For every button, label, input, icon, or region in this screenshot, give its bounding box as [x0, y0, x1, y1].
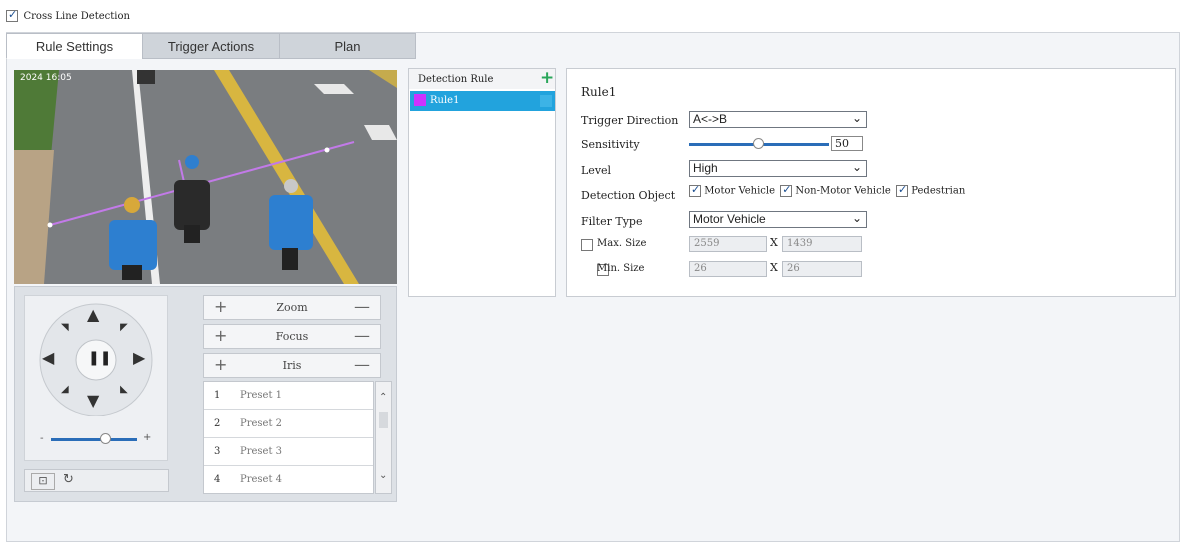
sensitivity-input[interactable]: 50: [831, 136, 863, 151]
level-select[interactable]: High ⌄: [689, 160, 867, 177]
scroll-up-icon[interactable]: ⌃: [379, 392, 387, 403]
preset-number: 3: [214, 446, 221, 457]
preset-number: 4: [214, 474, 221, 485]
pedestrian-label: Pedestrian: [911, 185, 966, 197]
preset-row[interactable]: 2 Preset 2: [204, 410, 373, 438]
tab-trigger-actions[interactable]: Trigger Actions: [142, 33, 280, 59]
preset-name: Preset 2: [240, 418, 283, 429]
chevron-down-icon: ⌄: [851, 211, 862, 225]
chevron-down-icon: ⌄: [851, 111, 862, 125]
rule-item-label: Rule1: [430, 95, 460, 106]
iris-control: + Iris —: [203, 353, 381, 378]
rule-name: Rule1: [581, 85, 617, 99]
preset-row[interactable]: 3 Preset 3: [204, 438, 373, 466]
filter-type-value: Motor Vehicle: [693, 212, 766, 226]
sensitivity-label: Sensitivity: [581, 138, 640, 151]
sensitivity-slider-handle[interactable]: [753, 138, 764, 149]
road-scene: [14, 70, 397, 284]
zoom-out-button[interactable]: —: [354, 297, 370, 316]
preset-number: 2: [214, 418, 221, 429]
trigger-direction-select[interactable]: A<->B ⌄: [689, 111, 867, 128]
tab-rule-settings[interactable]: Rule Settings: [6, 33, 143, 59]
chevron-down-icon: ⌄: [851, 160, 862, 174]
focus-out-button[interactable]: —: [354, 326, 370, 345]
arrow-down-left-icon[interactable]: ◢: [61, 384, 69, 395]
arrow-left-icon[interactable]: ◀: [42, 348, 54, 367]
rule-delete-icon[interactable]: [540, 95, 552, 107]
arrow-up-icon[interactable]: ▲: [87, 305, 99, 324]
tab-plan[interactable]: Plan: [279, 33, 416, 59]
rule-item[interactable]: Rule1: [410, 91, 555, 111]
max-size-checkbox[interactable]: [581, 239, 593, 251]
speed-slider[interactable]: [51, 438, 137, 441]
preset-number: 1: [214, 390, 221, 401]
lock-icon[interactable]: ⊡: [31, 473, 55, 490]
zoom-control: + Zoom —: [203, 295, 381, 320]
preset-scrollbar[interactable]: ⌃ ⌄: [375, 381, 392, 494]
ptz-tools-bar: ⊡ ↻: [24, 469, 169, 492]
non-motor-vehicle-label: Non-Motor Vehicle: [795, 185, 891, 197]
preset-list: 1 Preset 1 2 Preset 2 3 Preset 3 4 Preset 4: [203, 381, 374, 494]
preset-row[interactable]: 1 Preset 1: [204, 382, 373, 410]
arrow-down-right-icon[interactable]: ◢: [120, 384, 128, 395]
scroll-down-icon[interactable]: ⌄: [379, 470, 387, 481]
iris-close-button[interactable]: —: [354, 355, 370, 374]
preset-name: Preset 3: [240, 446, 283, 457]
video-preview[interactable]: 2024 16:05: [14, 70, 397, 284]
detection-rule-panel: Detection Rule + Rule1: [408, 68, 556, 297]
max-width-field[interactable]: 2559: [689, 236, 767, 252]
trigger-direction-label: Trigger Direction: [581, 114, 679, 127]
level-label: Level: [581, 164, 612, 177]
scroll-thumb[interactable]: [379, 412, 388, 428]
level-value: High: [693, 161, 718, 175]
cross-line-checkbox[interactable]: [6, 8, 18, 22]
detection-object-label: Detection Object: [581, 189, 676, 202]
arrow-down-icon[interactable]: ▼: [87, 391, 99, 410]
pedestrian-checkbox[interactable]: [896, 183, 909, 197]
rule-settings-panel: Rule1 Trigger Direction A<->B ⌄ Sensitivi…: [566, 68, 1176, 297]
detection-object-options: Motor Vehicle Non-Motor Vehicle Pedestri…: [689, 183, 966, 197]
add-rule-icon[interactable]: +: [540, 68, 554, 88]
arrow-up-left-icon[interactable]: ◥: [61, 322, 69, 333]
filter-type-select[interactable]: Motor Vehicle ⌄: [689, 211, 867, 228]
max-size-label: Max. Size: [597, 238, 647, 249]
max-x-separator: X: [770, 236, 778, 249]
filter-type-label: Filter Type: [581, 215, 643, 228]
min-size-label: Min. Size: [597, 263, 645, 274]
arrow-up-right-icon[interactable]: ◥: [120, 322, 128, 333]
max-height-field[interactable]: 1439: [782, 236, 862, 252]
non-motor-vehicle-checkbox[interactable]: [780, 183, 793, 197]
motor-vehicle-label: Motor Vehicle: [704, 185, 776, 197]
cross-line-label: Cross Line Detection: [23, 10, 130, 22]
video-timestamp: 2024 16:05: [20, 73, 72, 83]
trigger-direction-value: A<->B: [693, 112, 728, 126]
focus-control: + Focus —: [203, 324, 381, 349]
motor-vehicle-checkbox[interactable]: [689, 183, 701, 197]
preset-name: Preset 4: [240, 474, 283, 485]
direction-pad: ▲ ▼ ◀ ▶ ◥ ◥ ◢ ◢ ❚❚ - +: [24, 295, 168, 461]
detection-rule-title: Detection Rule: [418, 74, 494, 85]
cross-line-detection-toggle[interactable]: Cross Line Detection: [6, 8, 130, 22]
rule-color-swatch: [414, 94, 426, 106]
preset-name: Preset 1: [240, 390, 283, 401]
min-height-field[interactable]: 26: [782, 261, 862, 277]
min-x-separator: X: [770, 261, 778, 274]
refresh-icon[interactable]: ↻: [63, 472, 74, 487]
speed-minus: -: [40, 433, 44, 444]
pause-icon[interactable]: ❚❚: [88, 350, 111, 366]
preset-row[interactable]: 4 Preset 4: [204, 466, 373, 494]
arrow-right-icon[interactable]: ▶: [133, 348, 145, 367]
min-width-field[interactable]: 26: [689, 261, 767, 277]
speed-plus: +: [143, 432, 152, 443]
speed-slider-handle[interactable]: [100, 433, 111, 444]
